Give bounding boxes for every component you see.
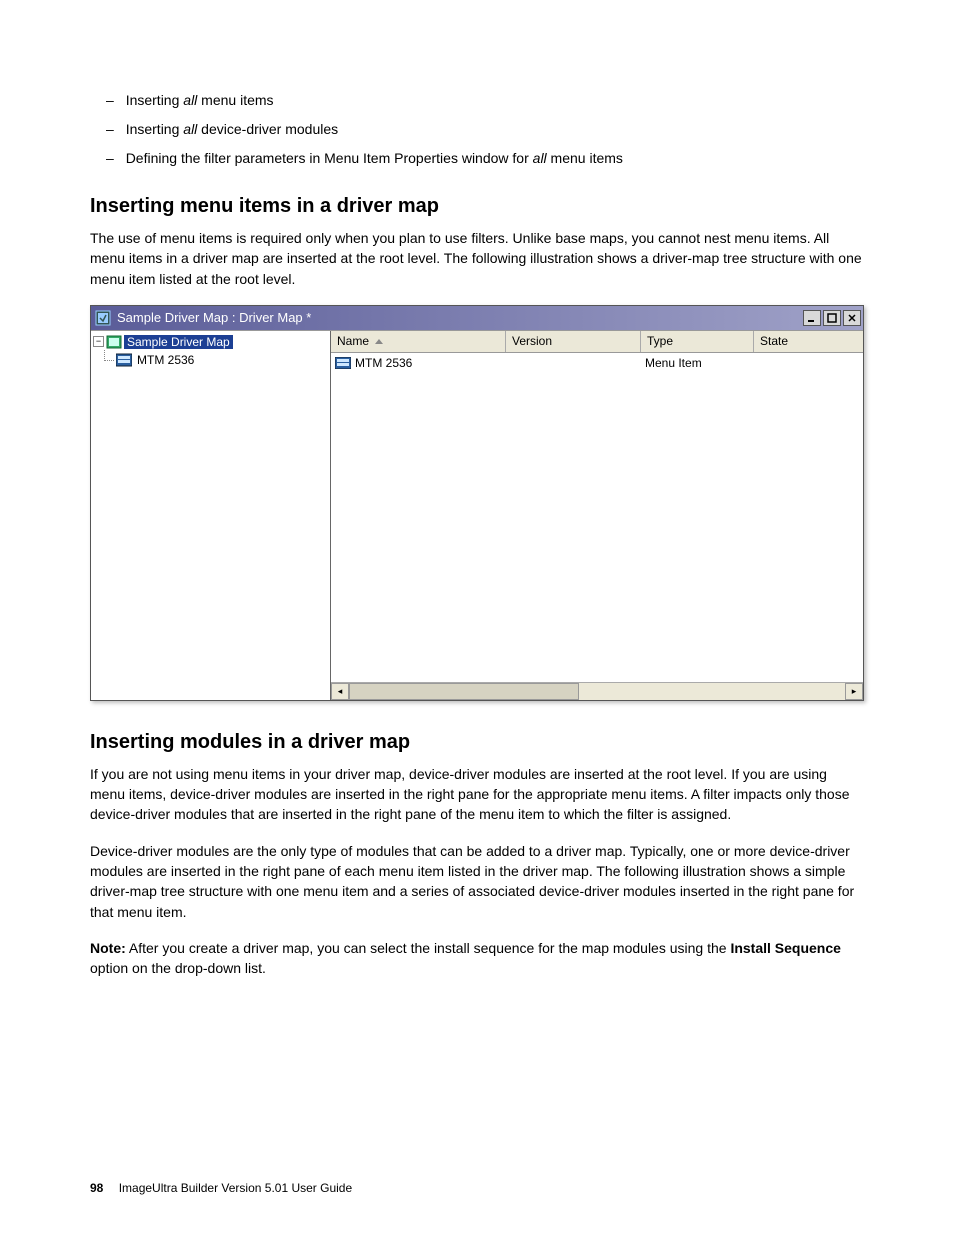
app-body: − Sample Driver Map MTM 2536	[91, 330, 863, 700]
tree-root-row[interactable]: − Sample Driver Map	[93, 333, 328, 351]
note-text: After you create a driver map, you can s…	[126, 940, 731, 956]
scroll-left-button[interactable]: ◂	[331, 683, 349, 700]
list-body[interactable]: MTM 2536 Menu Item	[331, 353, 863, 682]
bullet-emphasis: all	[183, 121, 197, 137]
column-label: Type	[647, 334, 673, 348]
bullet-text: device-driver modules	[197, 121, 338, 137]
section-heading-inserting-modules: Inserting modules in a driver map	[90, 731, 864, 754]
list-row[interactable]: MTM 2536 Menu Item	[331, 353, 863, 373]
bullet-emphasis: all	[183, 92, 197, 108]
bullet-emphasis: all	[533, 150, 547, 166]
window-title: Sample Driver Map : Driver Map *	[117, 310, 803, 325]
sort-ascending-icon	[375, 339, 383, 344]
tree-root-label[interactable]: Sample Driver Map	[124, 335, 233, 349]
bullet-text: Inserting	[126, 121, 184, 137]
list-header: Name Version Type State	[331, 331, 863, 353]
page-footer: 98 ImageUltra Builder Version 5.01 User …	[90, 1181, 352, 1195]
cell-state	[754, 353, 863, 373]
column-header-version[interactable]: Version	[506, 331, 641, 352]
tree-connector	[104, 350, 114, 361]
bullet-item: Inserting all device-driver modules	[90, 119, 864, 140]
window-buttons	[803, 310, 861, 326]
section-heading-inserting-menu-items: Inserting menu items in a driver map	[90, 195, 864, 218]
column-header-type[interactable]: Type	[641, 331, 754, 352]
tree-collapse-toggle[interactable]: −	[93, 336, 104, 347]
scroll-thumb[interactable]	[349, 683, 579, 700]
note-label: Note:	[90, 940, 126, 956]
column-header-name[interactable]: Name	[331, 331, 506, 352]
cell-name: MTM 2536	[331, 353, 506, 373]
bullet-item: Defining the filter parameters in Menu I…	[90, 148, 864, 169]
doc-title: ImageUltra Builder Version 5.01 User Gui…	[119, 1181, 352, 1195]
section2-note: Note: After you create a driver map, you…	[90, 938, 864, 979]
horizontal-scrollbar[interactable]: ◂ ▸	[331, 682, 863, 700]
menu-item-icon	[116, 353, 132, 367]
driver-map-window: Sample Driver Map : Driver Map * − Sampl…	[90, 305, 864, 701]
scroll-track[interactable]	[349, 683, 845, 700]
bullet-text: Inserting	[126, 92, 184, 108]
list-pane: Name Version Type State	[331, 331, 863, 700]
bullet-text: menu items	[547, 150, 623, 166]
intro-bullets: Inserting all menu items Inserting all d…	[90, 90, 864, 169]
column-label: State	[760, 334, 788, 348]
app-icon	[95, 310, 111, 326]
tree-pane[interactable]: − Sample Driver Map MTM 2536	[91, 331, 331, 700]
driver-map-icon	[106, 335, 122, 349]
close-icon	[847, 313, 857, 323]
minimize-button[interactable]	[803, 310, 821, 326]
tree-child-label[interactable]: MTM 2536	[134, 353, 197, 367]
tree-child-row[interactable]: MTM 2536	[93, 351, 328, 369]
section1-paragraph: The use of menu items is required only w…	[90, 228, 864, 289]
scroll-right-button[interactable]: ▸	[845, 683, 863, 700]
column-label: Name	[337, 334, 369, 348]
note-strong: Install Sequence	[730, 940, 840, 956]
page-number: 98	[90, 1181, 103, 1195]
maximize-icon	[827, 313, 837, 323]
column-label: Version	[512, 334, 552, 348]
section2-paragraph-2: Device-driver modules are the only type …	[90, 841, 864, 922]
titlebar: Sample Driver Map : Driver Map *	[91, 306, 863, 330]
cell-type: Menu Item	[641, 353, 754, 373]
bullet-text: menu items	[197, 92, 273, 108]
column-header-state[interactable]: State	[754, 331, 863, 352]
cell-version	[506, 353, 641, 373]
maximize-button[interactable]	[823, 310, 841, 326]
note-text: option on the drop-down list.	[90, 960, 266, 976]
bullet-item: Inserting all menu items	[90, 90, 864, 111]
cell-text: MTM 2536	[355, 356, 412, 370]
menu-item-icon	[335, 357, 351, 369]
section2-paragraph-1: If you are not using menu items in your …	[90, 764, 864, 825]
bullet-text: Defining the filter parameters in Menu I…	[126, 150, 533, 166]
close-button[interactable]	[843, 310, 861, 326]
minimize-icon	[807, 313, 817, 323]
